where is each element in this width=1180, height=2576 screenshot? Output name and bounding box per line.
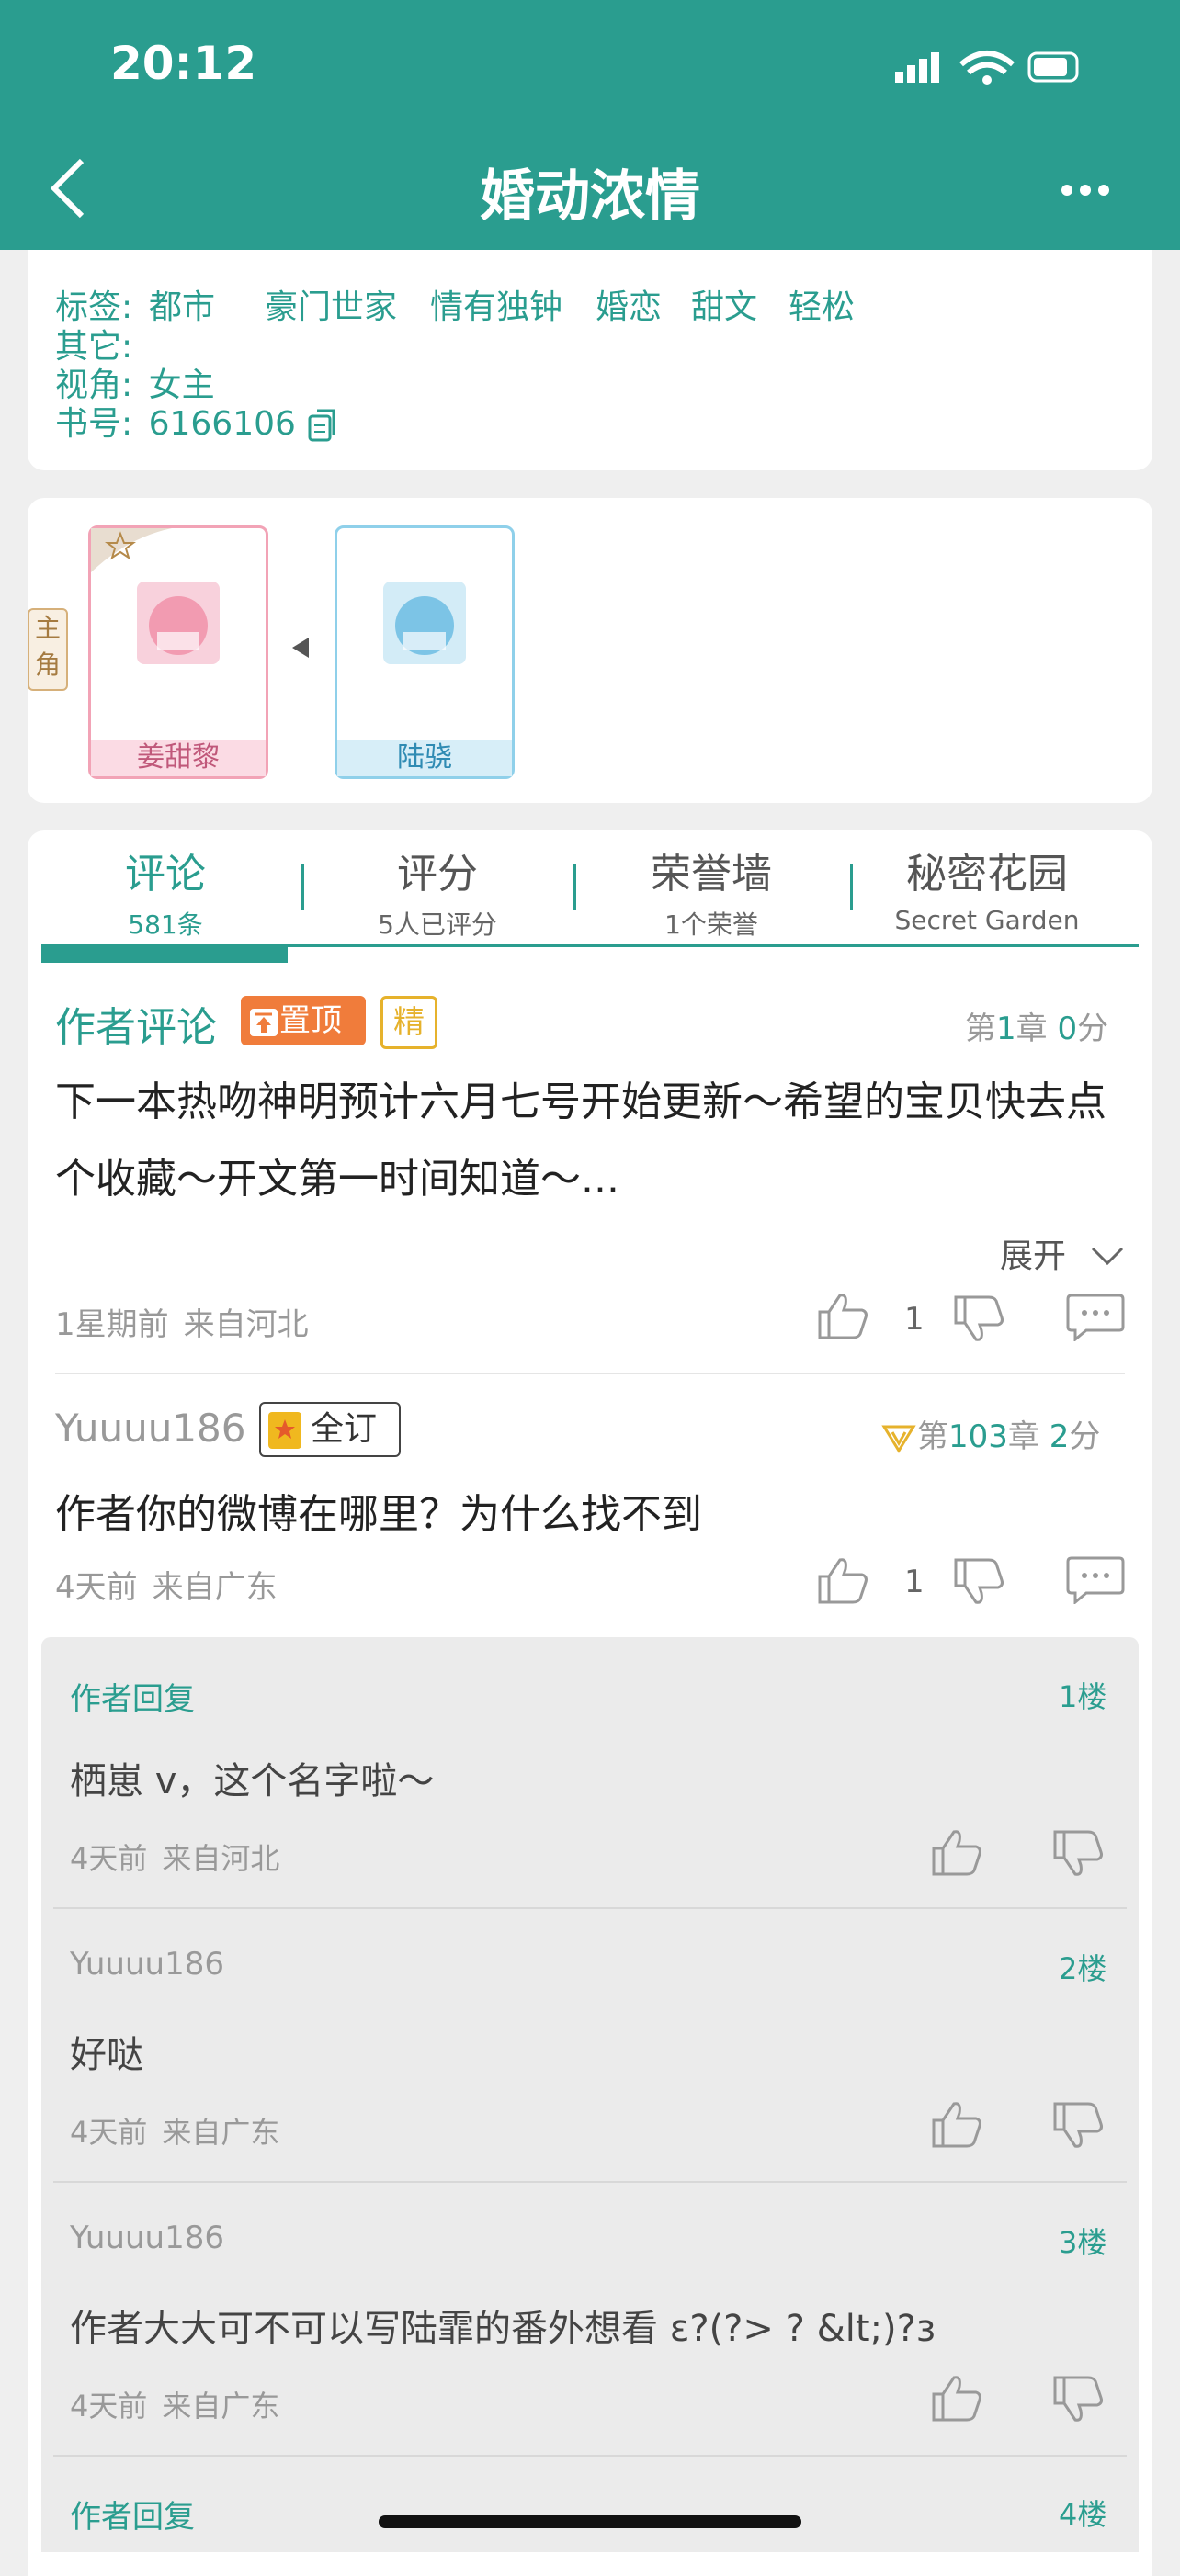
tag-item[interactable]: 都市 [149,280,215,328]
floor-number: 4楼 [1059,2497,1107,2532]
star-icon [91,528,172,572]
more-icon[interactable] [1061,182,1117,199]
thumb-down-icon[interactable] [1051,2374,1106,2425]
thumb-down-icon[interactable] [952,1556,1007,1608]
reply-meta: 4天前 来自广东 [70,2115,280,2150]
tab-secret-garden[interactable]: 秘密花园 Secret Garden [858,841,1116,935]
chapter-score: 第1章 0分 [965,1011,1109,1047]
tag-item[interactable]: 情有独钟 [430,280,562,328]
male-role-name: 陆骁 [337,740,512,776]
user-comment-text: 作者你的微博在哪里？为什么找不到 [55,1491,702,1538]
reply-meta: 4天前 来自河北 [70,1841,280,1876]
roles-card: 主角 姜甜黎 陆骁 [28,498,1152,803]
reply-text: 好哒 [70,2034,143,2076]
bookmark-icon [268,1412,301,1449]
thumb-up-icon[interactable] [816,1554,871,1606]
pin-icon [250,1008,278,1036]
comment-meta: 1星期前 来自河北 [55,1306,309,1343]
book-label: 书号: [55,405,133,443]
full-subscribe-badge: 全订 [259,1402,401,1457]
status-time: 20:12 [110,37,257,90]
divider [53,2455,1127,2457]
home-indicator [379,2515,801,2528]
floor-number: 2楼 [1059,1951,1107,1986]
thumb-up-icon[interactable] [930,2372,985,2423]
arrow-left-icon [292,638,309,658]
book-number-line: 书号: 6166106 [55,397,337,445]
divider [53,1907,1127,1909]
tab-comments[interactable]: 评论 581条 [37,841,294,942]
tag-item[interactable]: 甜文 [691,280,757,328]
like-count: 1 [904,1564,925,1600]
chevron-down-icon [1092,1247,1124,1266]
copy-icon[interactable] [306,407,337,444]
vip-icon [881,1425,916,1453]
app-header: 20:12 婚动浓情 [0,0,1180,250]
comment-username[interactable]: Yuuuu186 [55,1406,245,1451]
comment-meta: 4天前 来自广东 [55,1569,278,1606]
tab-active-indicator [41,944,288,963]
chapter-score: 第103章 2分 [880,1411,1100,1456]
reply-username[interactable]: Yuuuu186 [70,2220,224,2256]
author-comment-text: 下一本热吻神明预计六月七号开始更新～希望的宝贝快去点个收藏～开文第一时间知道～.… [55,1079,1106,1203]
reply-meta: 4天前 来自广东 [70,2389,280,2423]
reply-username[interactable]: 作者回复 [70,2491,195,2536]
divider [55,1373,1125,1374]
thumb-down-icon[interactable] [1051,2100,1106,2152]
reply-username[interactable]: 作者回复 [70,1674,195,1719]
expand-button[interactable]: 展开 [1000,1229,1126,1277]
author-comment-title: 作者评论 [55,1004,217,1051]
like-count: 1 [904,1301,925,1338]
main-role-label: 主角 [28,608,68,691]
female-role-name: 姜甜黎 [91,740,266,776]
floor-number: 3楼 [1059,2225,1107,2260]
floor-number: 1楼 [1059,1679,1107,1714]
thumb-down-icon[interactable] [952,1294,1007,1345]
thumb-up-icon[interactable] [816,1290,871,1341]
role-card-male[interactable]: 陆骁 [335,525,515,779]
female-avatar-icon [137,582,220,664]
thumb-down-icon[interactable] [1051,1828,1106,1880]
featured-badge: 精 [380,996,437,1049]
tag-item[interactable]: 轻松 [789,280,855,328]
thumb-up-icon[interactable] [930,2098,985,2150]
book-number: 6166106 [148,405,296,443]
divider [53,2181,1127,2183]
reply-text: 栖崽 v，这个名字啦～ [70,1760,435,1802]
status-icons [895,51,1079,85]
thumb-up-icon[interactable] [930,1826,985,1878]
tab-divider [301,864,304,910]
pinned-badge: 置顶 [241,996,366,1045]
tag-item[interactable]: 豪门世家 [265,280,397,328]
page-title: 婚动浓情 [480,164,700,229]
tag-item[interactable]: 婚恋 [596,280,662,328]
tab-honor-wall[interactable]: 荣誉墙 1个荣誉 [583,841,840,942]
tab-divider [573,864,576,910]
male-avatar-icon [383,582,466,664]
reply-username[interactable]: Yuuuu186 [70,1946,224,1983]
role-card-female[interactable]: 姜甜黎 [88,525,268,779]
tab-ratings[interactable]: 评分 5人已评分 [309,841,566,942]
reply-text: 作者大大可不可以写陆霏的番外想看 ε?(?> ? &lt;)?з [70,2308,936,2350]
tab-divider [850,864,853,910]
reply-icon[interactable] [1066,1554,1125,1604]
reply-icon[interactable] [1066,1292,1125,1341]
